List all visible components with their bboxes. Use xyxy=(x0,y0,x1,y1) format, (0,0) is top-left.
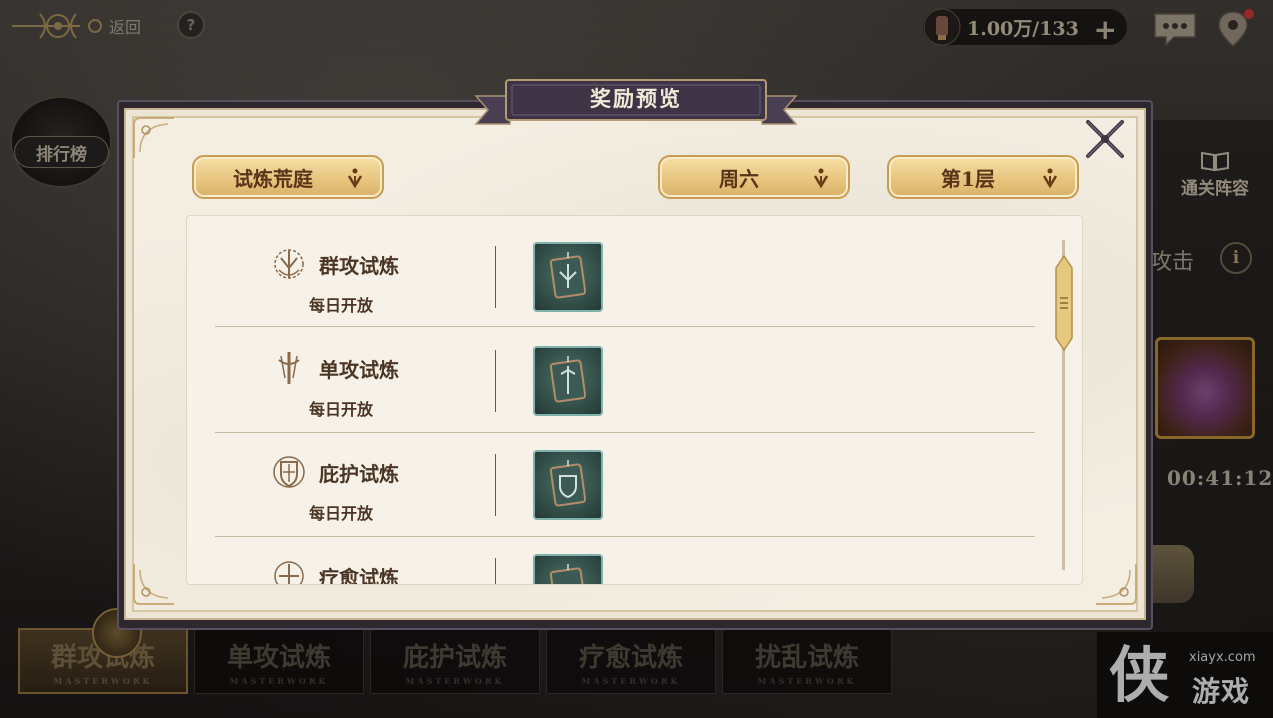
day-dropdown[interactable]: 周六 xyxy=(658,155,850,199)
reward-list[interactable]: 群攻试炼 每日开放 单攻试炼 每日开放 庇护试炼 每日开放 疗愈试炼 xyxy=(186,215,1083,585)
row-subtitle: 每日开放 xyxy=(309,400,374,419)
reward-item[interactable] xyxy=(533,346,603,416)
row-subtitle: 每日开放 xyxy=(309,296,374,315)
reward-item[interactable] xyxy=(533,554,603,584)
row-title: 群攻试炼 xyxy=(319,254,399,278)
scrollbar-thumb[interactable] xyxy=(1054,254,1074,352)
chevron-down-icon xyxy=(347,168,363,189)
list-item: 群攻试炼 每日开放 xyxy=(215,216,1035,320)
list-item: 庇护试炼 每日开放 xyxy=(215,424,1035,528)
single-sword-icon xyxy=(278,352,300,384)
row-subtitle: 每日开放 xyxy=(309,504,374,523)
reward-item[interactable] xyxy=(533,242,603,312)
reward-item[interactable] xyxy=(533,450,603,520)
pendant-icon xyxy=(549,252,587,299)
row-title: 庇护试炼 xyxy=(319,462,399,486)
day-dropdown-value: 周六 xyxy=(719,166,759,191)
pendant-icon xyxy=(549,356,587,403)
mode-dropdown[interactable]: 试炼荒庭 xyxy=(192,155,384,199)
floor-dropdown-value: 第1层 xyxy=(941,166,995,191)
list-item: 疗愈试炼 xyxy=(215,528,1035,585)
row-divider xyxy=(495,350,496,412)
row-title: 疗愈试炼 xyxy=(319,566,399,585)
mode-dropdown-value: 试炼荒庭 xyxy=(233,166,313,191)
chevron-down-icon xyxy=(813,168,829,189)
row-divider xyxy=(495,246,496,308)
row-divider xyxy=(495,558,496,584)
shield-crest-icon xyxy=(273,456,305,488)
corner-ornament-icon xyxy=(133,117,174,158)
corner-ornament-icon xyxy=(133,564,174,605)
pendant-icon xyxy=(549,564,587,584)
row-divider xyxy=(495,454,496,516)
chevron-down-icon xyxy=(1042,168,1058,189)
close-icon[interactable] xyxy=(1080,114,1130,164)
row-title: 单攻试炼 xyxy=(319,358,399,382)
heal-crest-icon xyxy=(274,561,304,584)
corner-ornament-icon xyxy=(1096,564,1137,605)
list-item: 单攻试炼 每日开放 xyxy=(215,320,1035,424)
aoe-crest-icon xyxy=(274,249,304,279)
dialog-title: 奖励预览 xyxy=(590,86,682,111)
pendant-icon xyxy=(549,460,587,507)
floor-dropdown[interactable]: 第1层 xyxy=(887,155,1079,199)
